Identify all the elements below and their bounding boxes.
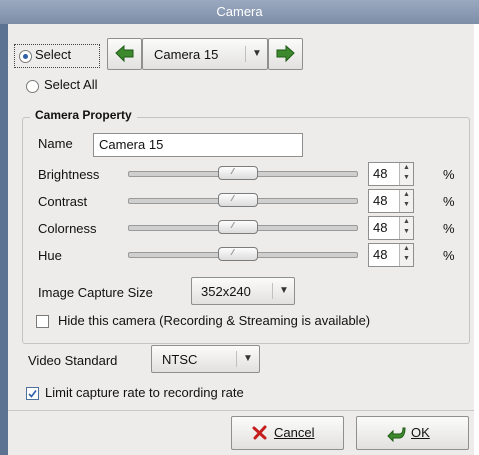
colorness-label: Colorness bbox=[38, 221, 97, 236]
colorness-row: Colorness 48 ▲▼ % bbox=[0, 216, 479, 240]
chevron-down-icon[interactable]: ▼ bbox=[245, 46, 262, 62]
checkmark-icon bbox=[28, 390, 37, 398]
colorness-spinbox[interactable]: 48 ▲ ▼ bbox=[368, 216, 414, 240]
contrast-row: Contrast 48 ▲▼ % bbox=[0, 189, 479, 213]
contrast-label: Contrast bbox=[38, 194, 88, 209]
brightness-value: 48 bbox=[373, 166, 388, 181]
red-x-icon bbox=[252, 425, 267, 440]
camera-name-value: Camera 15 bbox=[99, 137, 164, 152]
video-standard-combo[interactable]: NTSC ▼ bbox=[151, 345, 260, 373]
hide-camera-checkbox[interactable] bbox=[36, 315, 49, 328]
hue-slider-thumb[interactable] bbox=[218, 247, 258, 261]
video-standard-value: NTSC bbox=[162, 352, 198, 367]
ok-arrow-icon bbox=[387, 427, 406, 442]
spin-arrows-icon[interactable]: ▲ ▼ bbox=[399, 163, 413, 185]
contrast-unit: % bbox=[443, 194, 455, 209]
ok-label: OK bbox=[411, 425, 430, 440]
contrast-spinbox[interactable]: 48 ▲ ▼ bbox=[368, 189, 414, 213]
contrast-slider-thumb[interactable] bbox=[218, 193, 258, 207]
select-radio[interactable] bbox=[19, 50, 32, 63]
camera-property-title: Camera Property bbox=[30, 108, 137, 122]
arrow-right-icon bbox=[276, 44, 295, 63]
video-standard-label: Video Standard bbox=[28, 353, 118, 368]
spin-arrows-icon[interactable]: ▲ ▼ bbox=[399, 190, 413, 212]
hide-camera-label[interactable]: Hide this camera (Recording & Streaming … bbox=[58, 313, 370, 328]
capture-size-label: Image Capture Size bbox=[38, 285, 153, 300]
select-all-label[interactable]: Select All bbox=[44, 77, 97, 92]
capture-size-combo[interactable]: 352x240 ▼ bbox=[191, 277, 295, 305]
limit-capture-label[interactable]: Limit capture rate to recording rate bbox=[45, 385, 244, 400]
colorness-slider-thumb[interactable] bbox=[218, 220, 258, 234]
colorness-value: 48 bbox=[373, 220, 388, 235]
select-label: Select bbox=[35, 47, 72, 62]
brightness-spinbox[interactable]: 48 ▲ ▼ bbox=[368, 162, 414, 186]
chevron-down-icon[interactable]: ▼ bbox=[236, 351, 253, 367]
select-all-radio[interactable] bbox=[26, 80, 39, 93]
camera-name-input[interactable]: Camera 15 bbox=[93, 133, 303, 157]
cancel-button[interactable]: Cancel bbox=[231, 416, 344, 450]
brightness-unit: % bbox=[443, 167, 455, 182]
spin-arrows-icon[interactable]: ▲ ▼ bbox=[399, 217, 413, 239]
limit-capture-checkbox[interactable] bbox=[26, 387, 39, 400]
title-bar[interactable]: Camera bbox=[0, 0, 479, 24]
brightness-row: Brightness 48 ▲▼ % bbox=[0, 162, 479, 186]
name-label: Name bbox=[38, 136, 73, 151]
camera-select-value: Camera 15 bbox=[154, 47, 219, 62]
previous-camera-button[interactable] bbox=[107, 38, 142, 70]
ok-button[interactable]: OK bbox=[356, 416, 469, 450]
contrast-value: 48 bbox=[373, 193, 388, 208]
cancel-label: Cancel bbox=[274, 425, 315, 440]
next-camera-button[interactable] bbox=[268, 38, 303, 70]
hue-unit: % bbox=[443, 248, 455, 263]
chevron-down-icon[interactable]: ▼ bbox=[272, 283, 289, 299]
capture-size-value: 352x240 bbox=[201, 284, 251, 299]
brightness-slider-thumb[interactable] bbox=[218, 166, 258, 180]
hue-row: Hue 48 ▲▼ % bbox=[0, 243, 479, 267]
camera-dialog: Camera Select Camera 15 ▼ Select All Cam… bbox=[0, 0, 479, 455]
hue-spinbox[interactable]: 48 ▲ ▼ bbox=[368, 243, 414, 267]
spin-arrows-icon[interactable]: ▲ ▼ bbox=[399, 244, 413, 266]
camera-select-combo[interactable]: Camera 15 ▼ bbox=[142, 38, 268, 70]
select-radio-row[interactable]: Select bbox=[14, 44, 100, 68]
arrow-left-icon bbox=[115, 44, 134, 63]
hue-label: Hue bbox=[38, 248, 62, 263]
colorness-unit: % bbox=[443, 221, 455, 236]
hue-value: 48 bbox=[373, 247, 388, 262]
window-title: Camera bbox=[216, 4, 263, 19]
brightness-label: Brightness bbox=[38, 167, 100, 182]
button-separator bbox=[8, 410, 474, 411]
